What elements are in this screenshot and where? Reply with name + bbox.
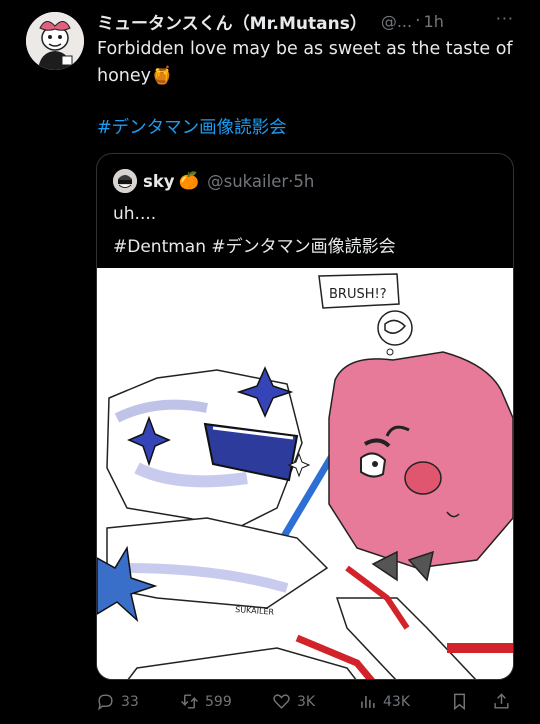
action-bar: 33 599 3K 43K: [92, 688, 524, 718]
quoted-text-line-1: uh....: [113, 204, 157, 224]
tweet-header: ミュータンスくん（Mr.Mutans） @... · 1h: [97, 8, 528, 34]
quoted-tweet-header: sky 🍊 @sukailer · 5h: [113, 169, 314, 193]
quoted-text-line-2: #Dentman #デンタマン画像読影会: [113, 237, 396, 257]
speech-bubble-text: BRUSH!?: [329, 287, 387, 302]
tweet-text: Forbidden love may be as sweet as the ta…: [97, 39, 513, 86]
author-avatar[interactable]: [26, 12, 84, 70]
quoted-author-name[interactable]: sky: [143, 172, 175, 191]
tweet-time[interactable]: 1h: [424, 12, 444, 31]
author-name[interactable]: ミュータンスくん（Mr.Mutans）: [97, 9, 367, 34]
bookmark-button[interactable]: [450, 692, 475, 711]
views-button[interactable]: 43K: [358, 692, 410, 711]
reply-count: 33: [121, 693, 139, 710]
author-handle[interactable]: @...: [381, 12, 412, 31]
illustration-drawing: BRUSH!? SUKAILER: [97, 268, 513, 679]
quoted-image[interactable]: BRUSH!? SUKAILER: [97, 268, 513, 679]
like-count: 3K: [297, 693, 316, 710]
like-icon: [273, 694, 290, 709]
share-button[interactable]: [492, 692, 517, 711]
hashtag-link[interactable]: #デンタマン画像読影会: [97, 114, 287, 139]
separator-dot: ·: [415, 11, 421, 31]
bookmark-icon: [454, 693, 465, 711]
quoted-tweet-time[interactable]: 5h: [293, 172, 314, 191]
more-options-icon[interactable]: ···: [496, 9, 514, 28]
like-button[interactable]: 3K: [272, 692, 315, 711]
retweet-button[interactable]: 599: [180, 692, 232, 711]
quoted-author-avatar[interactable]: [113, 169, 137, 193]
share-icon: [494, 693, 509, 709]
quoted-tweet[interactable]: sky 🍊 @sukailer · 5h uh.... #Dentman #デン…: [96, 153, 514, 680]
retweet-count: 599: [205, 693, 232, 710]
quoted-author-handle[interactable]: @sukailer: [207, 172, 288, 191]
views-icon: [361, 695, 375, 708]
reply-icon: [98, 694, 113, 711]
retweet-icon: [181, 694, 198, 709]
tweet[interactable]: ミュータンスくん（Mr.Mutans） @... · 1h ··· Forbid…: [0, 0, 540, 724]
views-count: 43K: [383, 693, 410, 710]
reply-button[interactable]: 33: [96, 692, 139, 711]
quoted-author-emoji: 🍊: [178, 171, 200, 190]
